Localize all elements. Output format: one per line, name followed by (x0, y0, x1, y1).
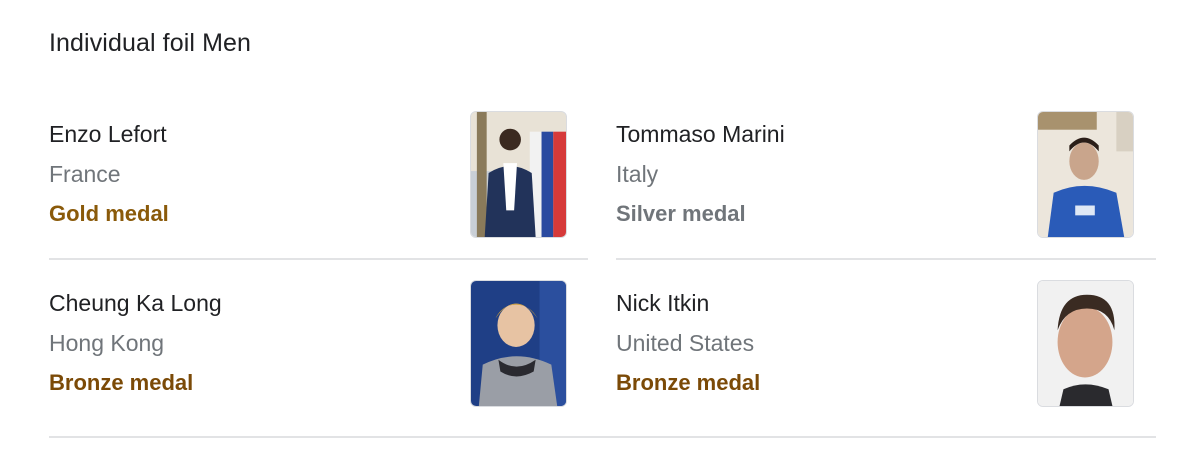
medalist-card-nick-itkin[interactable]: Nick Itkin United States Bronze medal (616, 277, 1156, 429)
athlete-photo[interactable] (470, 280, 567, 407)
medalist-card-enzo-lefort[interactable]: Enzo Lefort France Gold medal (49, 108, 589, 260)
medalist-card-tommaso-marini[interactable]: Tommaso Marini Italy Silver medal (616, 108, 1156, 260)
athlete-name[interactable]: Nick Itkin (616, 289, 709, 317)
athlete-name[interactable]: Enzo Lefort (49, 120, 167, 148)
medal-label: Bronze medal (49, 370, 194, 395)
medal-label: Silver medal (616, 201, 746, 226)
medal-label: Gold medal (49, 201, 169, 226)
row-divider (49, 258, 588, 260)
athlete-country: France (49, 161, 121, 187)
athlete-country: Hong Kong (49, 330, 165, 356)
athlete-name[interactable]: Cheung Ka Long (49, 289, 222, 317)
athlete-country: United States (616, 330, 755, 356)
section-title: Individual foil Men (49, 29, 252, 57)
athlete-country: Italy (616, 161, 659, 187)
medal-label: Bronze medal (616, 370, 761, 395)
athlete-photo[interactable] (1037, 111, 1134, 238)
athlete-photo[interactable] (470, 111, 567, 238)
section-bottom-divider (49, 436, 1156, 438)
medalist-card-cheung-ka-long[interactable]: Cheung Ka Long Hong Kong Bronze medal (49, 277, 589, 429)
athlete-name[interactable]: Tommaso Marini (616, 120, 785, 148)
row-divider (616, 258, 1156, 260)
athlete-photo[interactable] (1037, 280, 1134, 407)
